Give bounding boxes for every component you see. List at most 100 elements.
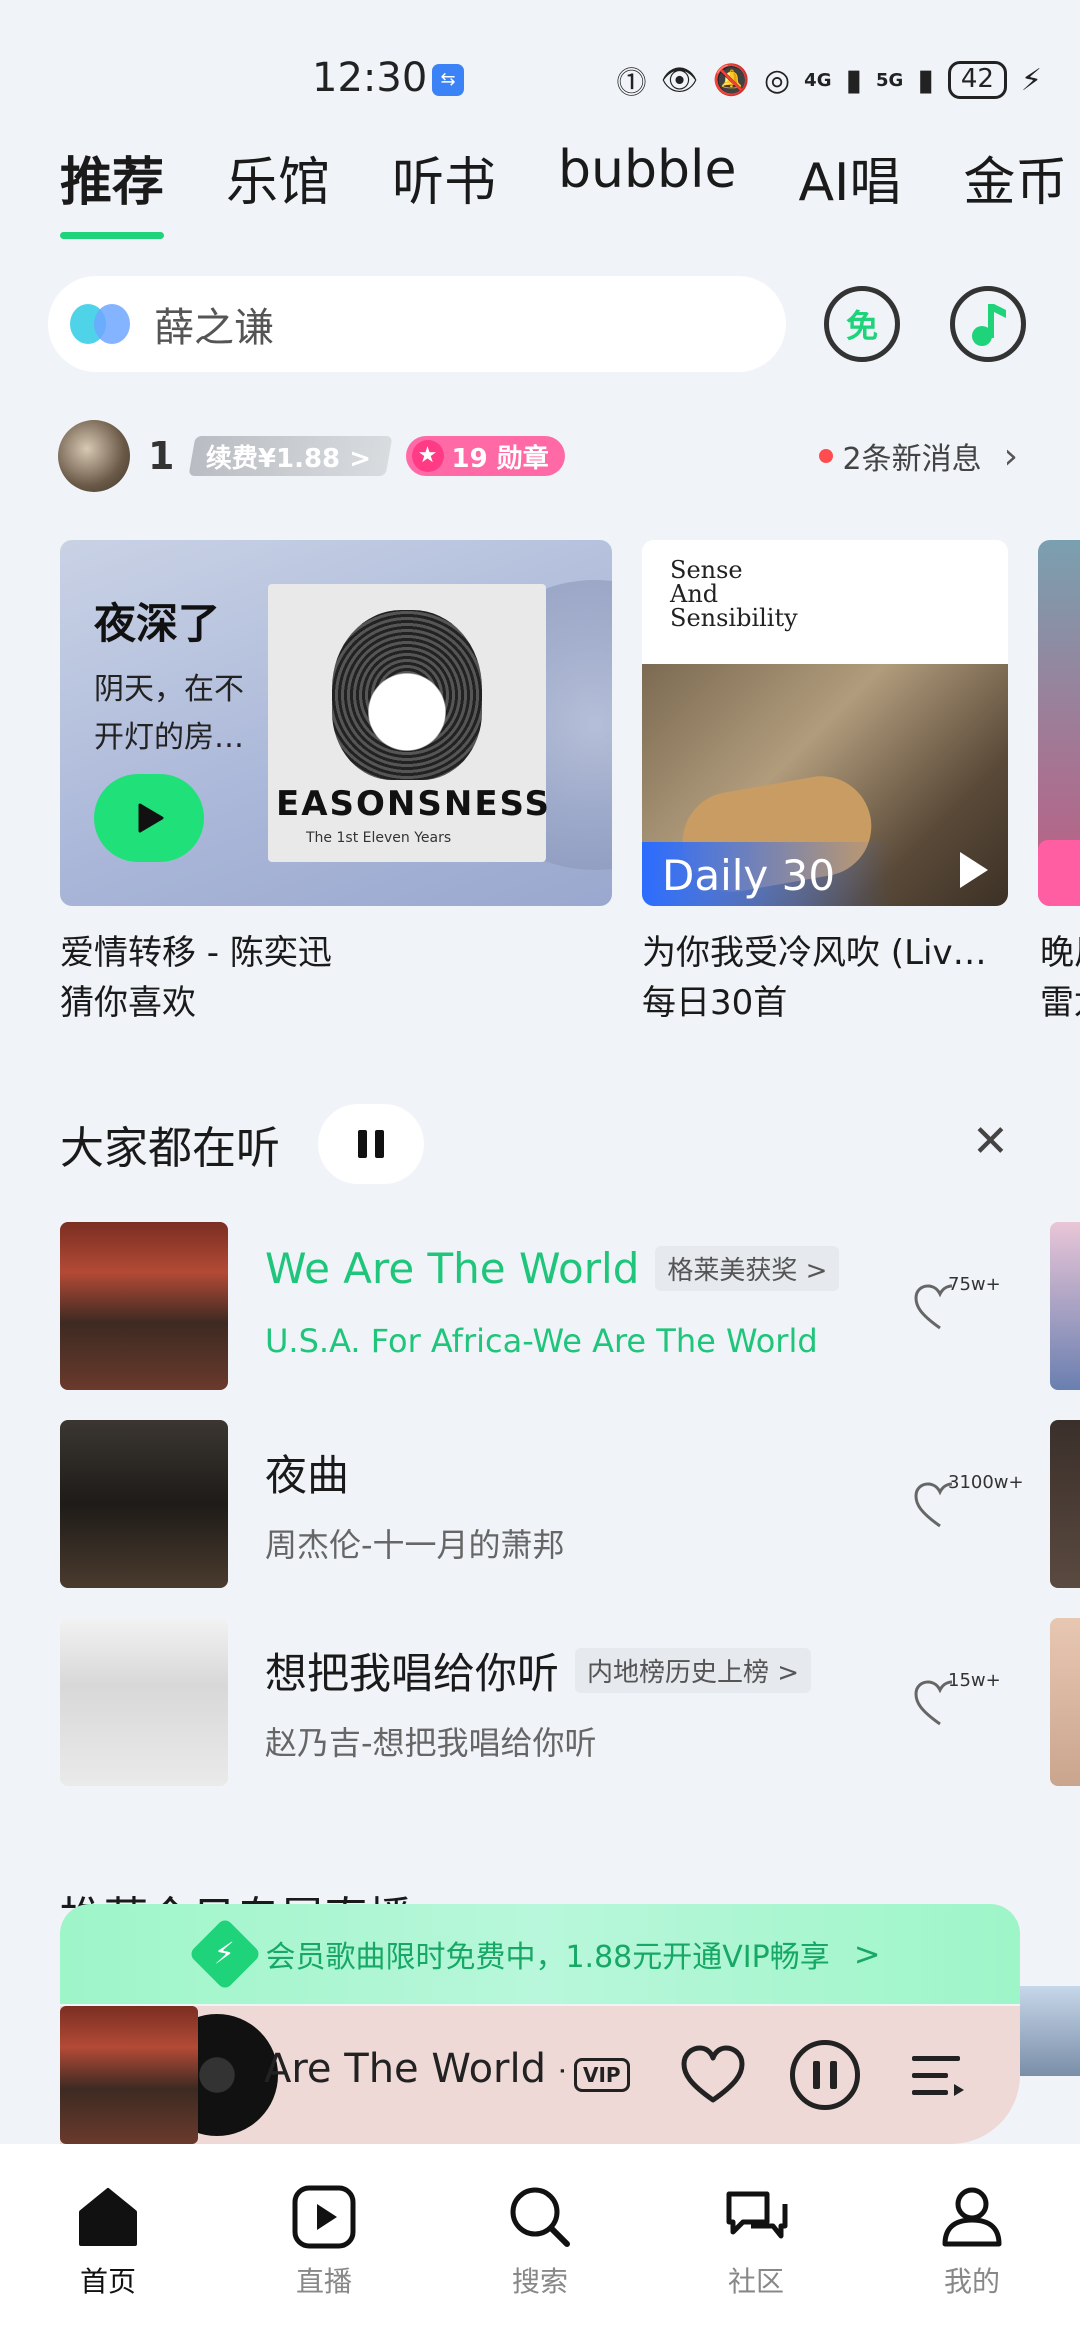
cover-title: Sense And Sensibility xyxy=(670,556,798,632)
status-bar: 12:30 ⇆ ⓵ 👁 🔕 ◎ 4G ▮ 5G ▮ 42 ⚡ xyxy=(0,0,1080,130)
card-caption[interactable]: 为你我受冷风吹 (Liv… 每日30首 xyxy=(642,928,1008,1028)
song-tag[interactable]: 格莱美获奖 > xyxy=(655,1246,840,1291)
next-column-thumb[interactable] xyxy=(1050,1222,1080,1390)
hotspot-icon: ◎ xyxy=(763,62,791,98)
medal-badge[interactable]: ★ 19 勋章 xyxy=(405,436,565,476)
nav-label: 直播 xyxy=(295,2265,352,2298)
nav-label: 搜索 xyxy=(511,2265,568,2298)
song-row[interactable]: 夜曲 周杰伦-十一月的萧邦 3100w+ xyxy=(60,1420,1024,1588)
tab-audiobook[interactable]: 听书 xyxy=(392,140,496,239)
chevron-right-icon: > xyxy=(853,1935,881,1973)
usb-icon: ⇆ xyxy=(432,64,464,96)
card-song: 爱情转移 - 陈奕迅 xyxy=(60,933,332,973)
signal-5g-icon: 5G xyxy=(876,69,904,91)
free-mode-button[interactable]: 免 xyxy=(824,286,900,362)
ai-search-icon xyxy=(70,298,134,350)
medal-label: 19 勋章 xyxy=(451,443,549,474)
user-level: 1 xyxy=(148,434,175,478)
recommend-card-daily30[interactable]: Sense And Sensibility Daily 30 xyxy=(642,540,1008,906)
live-play-icon xyxy=(292,2185,356,2249)
close-icon[interactable]: ✕ xyxy=(972,1116,1009,1167)
card-category: 每日30首 xyxy=(642,983,788,1023)
playlist-icon[interactable] xyxy=(908,2046,968,2106)
card-song: 为你我受冷风吹 (Liv… xyxy=(642,933,987,973)
card-song: 晚风 xyxy=(1040,933,1080,973)
portrait-art xyxy=(332,610,482,780)
song-artist: 周杰伦-十一月的萧邦 xyxy=(265,1526,565,1564)
play-icon[interactable] xyxy=(960,852,988,888)
renew-badge[interactable]: 续费¥1.88 > xyxy=(188,436,394,476)
nav-label: 首页 xyxy=(79,2265,136,2298)
tab-ai-sing[interactable]: AI唱 xyxy=(798,140,901,239)
nav-live[interactable]: 直播 xyxy=(244,2182,404,2340)
eye-icon: 👁 xyxy=(660,62,699,98)
card-caption[interactable]: 爱情转移 - 陈奕迅 猜你喜欢 xyxy=(60,928,612,1028)
nav-label: 社区 xyxy=(727,2265,784,2298)
cover-subtitle: The 1st Eleven Years xyxy=(306,830,452,846)
like-count: 3100w+ xyxy=(948,1472,1024,1493)
pause-button[interactable] xyxy=(790,2040,860,2110)
tab-music-hall[interactable]: 乐馆 xyxy=(226,140,330,239)
section-title: 大家都在听 xyxy=(60,1123,280,1174)
tab-coins[interactable]: 金币 xyxy=(963,140,1067,239)
recommend-card-partial[interactable] xyxy=(1038,540,1080,906)
chevron-right-icon: › xyxy=(1003,435,1018,477)
card-title: 夜深了 xyxy=(94,599,221,648)
nav-search[interactable]: 搜索 xyxy=(460,2182,620,2340)
status-time: 12:30 xyxy=(312,55,428,101)
charging-icon: ⚡ xyxy=(1020,62,1042,98)
new-messages-link[interactable]: 2条新消息 › xyxy=(818,434,1018,478)
search-input[interactable]: 薛之谦 xyxy=(48,276,786,372)
song-cover xyxy=(60,1618,228,1786)
song-name: 夜曲 xyxy=(265,1451,350,1500)
play-button[interactable] xyxy=(94,774,204,862)
card-caption[interactable]: 晚风 雷龙 xyxy=(1040,928,1080,1028)
daily-label: Daily 30 xyxy=(662,851,836,900)
nav-home[interactable]: 首页 xyxy=(28,2182,188,2340)
top-tabs: 推荐 乐馆 听书 bubble AI唱 金币 xyxy=(60,140,1080,239)
nav-community[interactable]: 社区 xyxy=(676,2182,836,2340)
battery-icon: 42 xyxy=(947,61,1007,99)
mini-album-cover[interactable] xyxy=(60,2006,198,2144)
tab-bubble[interactable]: bubble xyxy=(558,140,736,239)
music-recognize-button[interactable] xyxy=(950,286,1026,362)
song-tag[interactable]: 内地榜历史上榜 > xyxy=(575,1648,812,1693)
avatar[interactable] xyxy=(58,420,130,492)
home-icon xyxy=(79,2188,137,2246)
bottom-nav: 首页 直播 搜索 社区 我的 xyxy=(0,2144,1080,2340)
next-column-thumb[interactable] xyxy=(1050,1420,1080,1588)
song-artist: 赵乃吉-想把我唱给你听 xyxy=(265,1724,597,1762)
nav-profile[interactable]: 我的 xyxy=(892,2182,1052,2340)
signal-bars-icon: ▮ xyxy=(917,62,934,98)
song-row[interactable]: 想把我唱给你听 内地榜历史上榜 > 赵乃吉-想把我唱给你听 15w+ xyxy=(60,1618,1020,1786)
status-icons: ⓵ 👁 🔕 ◎ 4G ▮ 5G ▮ 42 ⚡ xyxy=(617,58,1042,102)
play-icon xyxy=(138,803,164,833)
lightning-icon: ⚡ xyxy=(188,1917,263,1991)
mini-player[interactable]: Are The World - U.S.A. VIP xyxy=(60,2006,1020,2144)
vip-promo-banner[interactable]: ⚡ 会员歌曲限时免费中，1.88元开通VIP畅享 > xyxy=(60,1904,1020,2004)
song-cover xyxy=(60,1420,228,1588)
card-desc: 阴天，在不开灯的房… xyxy=(94,672,244,755)
next-column-thumb[interactable] xyxy=(1050,1618,1080,1786)
unread-dot xyxy=(818,449,833,463)
song-cover xyxy=(60,1222,228,1390)
search-icon xyxy=(510,2187,570,2247)
song-row[interactable]: We Are The World 格莱美获奖 > U.S.A. For Afri… xyxy=(60,1222,1020,1390)
user-icon xyxy=(942,2187,1002,2247)
section-pause-button[interactable] xyxy=(318,1104,424,1184)
mute-icon: 🔕 xyxy=(712,62,750,98)
search-placeholder: 薛之谦 xyxy=(154,305,274,351)
card-category: 猜你喜欢 xyxy=(60,983,196,1023)
song-name: We Are The World xyxy=(265,1244,640,1293)
tab-recommend[interactable]: 推荐 xyxy=(60,140,165,239)
album-cover: EASONSNESS The 1st Eleven Years xyxy=(268,584,549,862)
like-count: 75w+ xyxy=(948,1274,1001,1295)
card-category: 雷龙 xyxy=(1040,983,1080,1023)
music-note-icon xyxy=(972,304,1006,346)
song-name: 想把我唱给你听 xyxy=(265,1649,560,1698)
vip-badge: VIP xyxy=(574,2058,630,2092)
heart-icon[interactable] xyxy=(678,2040,748,2110)
like-count: 15w+ xyxy=(948,1670,1001,1691)
recommend-card-night[interactable]: 夜深了 阴天，在不开灯的房… EASONSNESS The 1st Eleven… xyxy=(60,540,612,906)
nav-label: 我的 xyxy=(943,2265,1000,2298)
